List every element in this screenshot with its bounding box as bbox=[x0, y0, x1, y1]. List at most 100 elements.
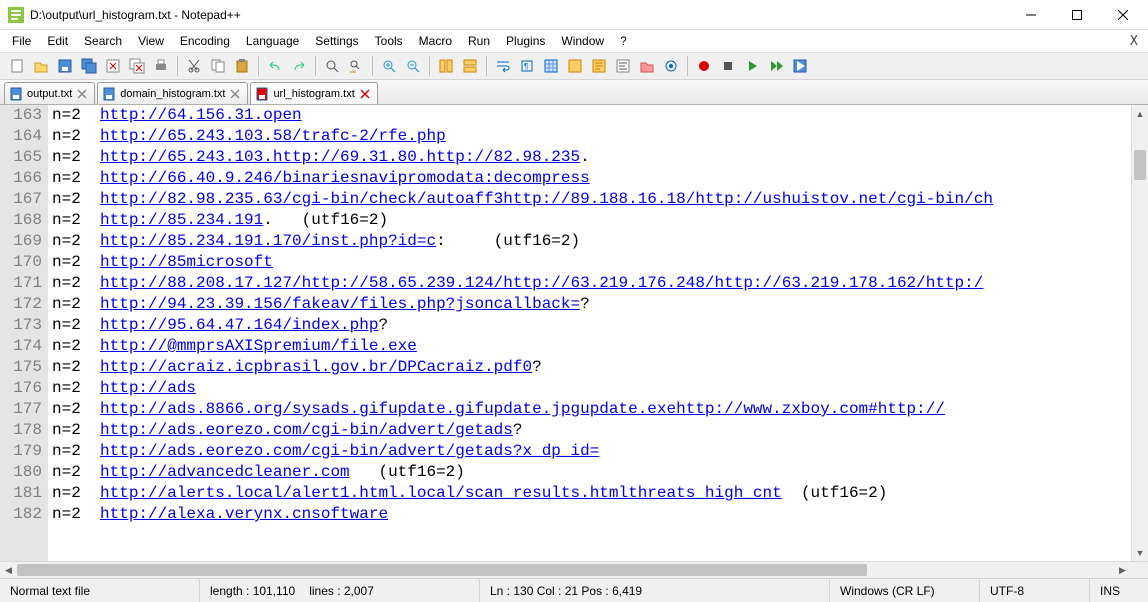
close-icon[interactable] bbox=[102, 55, 124, 77]
menu-help[interactable]: ? bbox=[612, 32, 635, 50]
menu-file[interactable]: File bbox=[4, 32, 39, 50]
line-url[interactable]: http://ads.eorezo.com/cgi-bin/advert/get… bbox=[100, 421, 513, 439]
tab-domain_histogram-txt[interactable]: domain_histogram.txt bbox=[97, 82, 248, 104]
tab-close-icon[interactable] bbox=[229, 88, 241, 100]
folder-icon[interactable] bbox=[636, 55, 658, 77]
code-line[interactable]: n=2 http://65.243.103.58/trafc-2/rfe.php bbox=[48, 126, 1131, 147]
vertical-scrollbar[interactable]: ▲ ▼ bbox=[1131, 105, 1148, 561]
horizontal-scroll-thumb[interactable] bbox=[17, 564, 867, 576]
new-icon[interactable] bbox=[6, 55, 28, 77]
code-line[interactable]: n=2 http://64.156.31.open bbox=[48, 105, 1131, 126]
sync-v-icon[interactable] bbox=[435, 55, 457, 77]
save-icon[interactable] bbox=[54, 55, 76, 77]
tab-output-txt[interactable]: output.txt bbox=[4, 82, 95, 104]
undo-icon[interactable] bbox=[264, 55, 286, 77]
line-url[interactable]: http://95.64.47.164/index.php bbox=[100, 316, 378, 334]
line-url[interactable]: http://94.23.39.156/fakeav/files.php?jso… bbox=[100, 295, 580, 313]
print-icon[interactable] bbox=[150, 55, 172, 77]
tab-url_histogram-txt[interactable]: url_histogram.txt bbox=[250, 82, 377, 104]
code-line[interactable]: n=2 http://85.234.191. (utf16=2) bbox=[48, 210, 1131, 231]
line-url[interactable]: http://64.156.31.open bbox=[100, 106, 302, 124]
monitor-icon[interactable] bbox=[660, 55, 682, 77]
line-url[interactable]: http://65.243.103.58/trafc-2/rfe.php bbox=[100, 127, 446, 145]
code-line[interactable]: n=2 http://65.243.103.http://69.31.80.ht… bbox=[48, 147, 1131, 168]
code-line[interactable]: n=2 http://88.208.17.127/http://58.65.23… bbox=[48, 273, 1131, 294]
menu-language[interactable]: Language bbox=[238, 32, 307, 50]
record-icon[interactable] bbox=[693, 55, 715, 77]
horizontal-scroll-track[interactable] bbox=[17, 562, 1114, 578]
menu-window[interactable]: Window bbox=[553, 32, 612, 50]
line-url[interactable]: http://ads bbox=[100, 379, 196, 397]
minimize-button[interactable] bbox=[1008, 0, 1054, 30]
stop-icon[interactable] bbox=[717, 55, 739, 77]
line-url[interactable]: http://85microsoft bbox=[100, 253, 273, 271]
doc-map-icon[interactable] bbox=[588, 55, 610, 77]
menu-plugins[interactable]: Plugins bbox=[498, 32, 553, 50]
code-line[interactable]: n=2 http://66.40.9.246/binariesnavipromo… bbox=[48, 168, 1131, 189]
zoom-out-icon[interactable] bbox=[402, 55, 424, 77]
scroll-up-arrow[interactable]: ▲ bbox=[1132, 105, 1148, 122]
scroll-down-arrow[interactable]: ▼ bbox=[1132, 544, 1148, 561]
code-line[interactable]: n=2 http://ads.eorezo.com/cgi-bin/advert… bbox=[48, 441, 1131, 462]
line-url[interactable]: http://85.234.191.170/inst.php?id=c bbox=[100, 232, 436, 250]
menu-edit[interactable]: Edit bbox=[39, 32, 76, 50]
code-line[interactable]: n=2 http://advancedcleaner.com (utf16=2) bbox=[48, 462, 1131, 483]
zoom-in-icon[interactable] bbox=[378, 55, 400, 77]
code-line[interactable]: n=2 http://95.64.47.164/index.php? bbox=[48, 315, 1131, 336]
code-line[interactable]: n=2 http://alexa.verynx.cnsoftware bbox=[48, 504, 1131, 525]
wrap-icon[interactable] bbox=[492, 55, 514, 77]
menu-view[interactable]: View bbox=[130, 32, 172, 50]
udl-icon[interactable] bbox=[564, 55, 586, 77]
func-list-icon[interactable] bbox=[612, 55, 634, 77]
maximize-button[interactable] bbox=[1054, 0, 1100, 30]
close-window-button[interactable] bbox=[1100, 0, 1146, 30]
vertical-scroll-thumb[interactable] bbox=[1134, 150, 1146, 180]
play-multi-icon[interactable] bbox=[765, 55, 787, 77]
line-url[interactable]: http://alerts.local/alert1.html.local/sc… bbox=[100, 484, 782, 502]
line-url[interactable]: http://66.40.9.246/binariesnavipromodata… bbox=[100, 169, 590, 187]
line-url[interactable]: http://alexa.verynx.cnsoftware bbox=[100, 505, 388, 523]
play-icon[interactable] bbox=[741, 55, 763, 77]
copy-icon[interactable] bbox=[207, 55, 229, 77]
save-all-icon[interactable] bbox=[78, 55, 100, 77]
replace-icon[interactable] bbox=[345, 55, 367, 77]
code-line[interactable]: n=2 http://85.234.191.170/inst.php?id=c:… bbox=[48, 231, 1131, 252]
horizontal-scrollbar[interactable]: ◀ ▶ bbox=[0, 561, 1148, 578]
save-macro-icon[interactable] bbox=[789, 55, 811, 77]
scroll-left-arrow[interactable]: ◀ bbox=[0, 562, 17, 578]
line-url[interactable]: http://ads.8866.org/sysads.gifupdate.gif… bbox=[100, 400, 945, 418]
line-url[interactable]: http://advancedcleaner.com bbox=[100, 463, 350, 481]
code-area[interactable]: n=2 http://64.156.31.openn=2 http://65.2… bbox=[48, 105, 1131, 561]
open-icon[interactable] bbox=[30, 55, 52, 77]
indent-guide-icon[interactable] bbox=[540, 55, 562, 77]
line-url[interactable]: http://65.243.103.http://69.31.80.http:/… bbox=[100, 148, 580, 166]
scroll-right-arrow[interactable]: ▶ bbox=[1114, 562, 1131, 578]
menubar-close-x[interactable]: X bbox=[1130, 34, 1144, 49]
cut-icon[interactable] bbox=[183, 55, 205, 77]
menu-encoding[interactable]: Encoding bbox=[172, 32, 238, 50]
close-all-icon[interactable] bbox=[126, 55, 148, 77]
code-line[interactable]: n=2 http://@mmprsAXISpremium/file.exe bbox=[48, 336, 1131, 357]
code-line[interactable]: n=2 http://acraiz.icpbrasil.gov.br/DPCac… bbox=[48, 357, 1131, 378]
redo-icon[interactable] bbox=[288, 55, 310, 77]
tab-close-icon[interactable] bbox=[359, 88, 371, 100]
line-url[interactable]: http://88.208.17.127/http://58.65.239.12… bbox=[100, 274, 983, 292]
sync-h-icon[interactable] bbox=[459, 55, 481, 77]
paste-icon[interactable] bbox=[231, 55, 253, 77]
line-url[interactable]: http://82.98.235.63/cgi-bin/check/autoaf… bbox=[100, 190, 993, 208]
menu-tools[interactable]: Tools bbox=[367, 32, 411, 50]
code-line[interactable]: n=2 http://ads bbox=[48, 378, 1131, 399]
code-line[interactable]: n=2 http://ads.8866.org/sysads.gifupdate… bbox=[48, 399, 1131, 420]
menu-run[interactable]: Run bbox=[460, 32, 498, 50]
line-url[interactable]: http://acraiz.icpbrasil.gov.br/DPCacraiz… bbox=[100, 358, 532, 376]
code-line[interactable]: n=2 http://85microsoft bbox=[48, 252, 1131, 273]
line-url[interactable]: http://85.234.191 bbox=[100, 211, 263, 229]
code-line[interactable]: n=2 http://94.23.39.156/fakeav/files.php… bbox=[48, 294, 1131, 315]
code-line[interactable]: n=2 http://alerts.local/alert1.html.loca… bbox=[48, 483, 1131, 504]
menu-search[interactable]: Search bbox=[76, 32, 130, 50]
line-url[interactable]: http://ads.eorezo.com/cgi-bin/advert/get… bbox=[100, 442, 599, 460]
show-all-icon[interactable]: ¶ bbox=[516, 55, 538, 77]
code-line[interactable]: n=2 http://ads.eorezo.com/cgi-bin/advert… bbox=[48, 420, 1131, 441]
tab-close-icon[interactable] bbox=[76, 88, 88, 100]
menu-macro[interactable]: Macro bbox=[411, 32, 460, 50]
